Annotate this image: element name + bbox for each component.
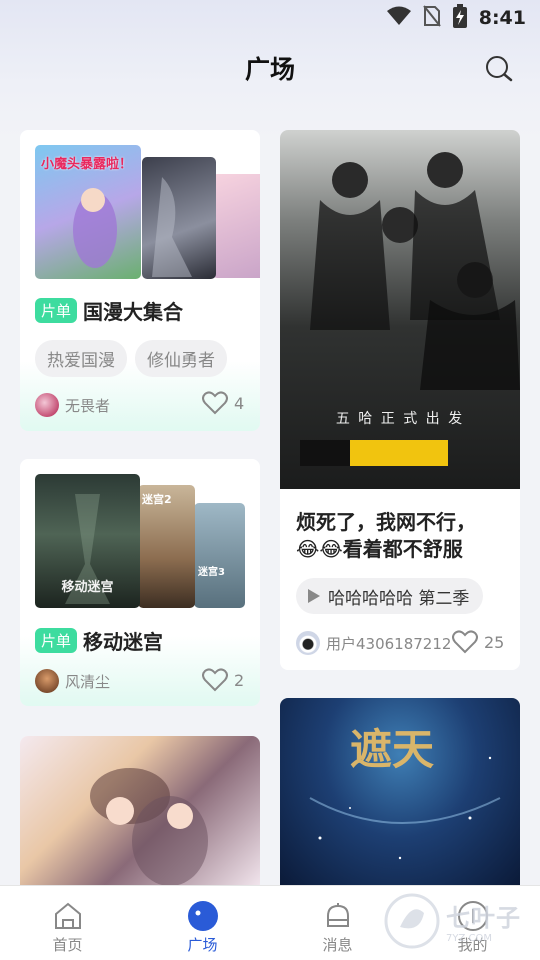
home-icon [55, 902, 81, 929]
bell-icon [327, 903, 349, 927]
battery-charging-icon [452, 4, 467, 32]
leaf-logo-icon [384, 893, 440, 949]
nav-label: 首页 [52, 936, 83, 954]
image-card[interactable] [20, 736, 260, 885]
heart-icon [202, 391, 228, 415]
app-header: 广场 [0, 44, 540, 92]
image-card[interactable]: 遮天 [280, 698, 520, 885]
author-row[interactable]: 无畏者 [35, 393, 110, 417]
anime-illustration [20, 736, 260, 885]
like-button[interactable]: 4 [202, 391, 244, 415]
watermark-text: 七叶子 [446, 904, 521, 932]
playlist-badge: 片单 [35, 628, 78, 653]
playlist-cover-back: 迷宫3 [194, 503, 245, 608]
author-name: 无畏者 [65, 396, 111, 415]
playlist-title-row: 片单 国漫大集合 [35, 296, 183, 325]
playlist-badge: 片单 [35, 298, 78, 323]
like-button[interactable]: 2 [202, 668, 244, 692]
playlist-cover-back [212, 174, 260, 278]
post-title-line: 😂😂看着都不舒服 [296, 537, 463, 561]
heart-icon [202, 668, 228, 692]
play-icon [308, 589, 320, 603]
playlist-card[interactable]: 小魔头暴露啦！ 片单 国漫大集合 热爱国漫 修仙勇者 无畏者 4 [20, 130, 260, 431]
watermark-sub: 7YZ.COM [446, 933, 492, 944]
post-title: 烦死了，我网不行， 😂😂看着都不舒服 [296, 509, 506, 563]
post-title-line: 烦死了，我网不行， [296, 510, 476, 534]
nav-label: 广场 [187, 936, 218, 954]
search-icon[interactable] [484, 54, 514, 84]
episode-title: 哈哈哈哈哈 第二季 [328, 588, 470, 609]
author-name: 用户4306187212 [326, 634, 452, 653]
nav-item-plaza[interactable]: 广场 [135, 886, 270, 960]
avatar [296, 631, 320, 655]
cover-caption: 移动迷宫 [61, 580, 114, 595]
cover-side-label: 迷宫3 [198, 567, 225, 578]
nav-item-home[interactable]: 首页 [0, 886, 135, 960]
wifi-icon [386, 6, 411, 30]
playlist-card[interactable]: 迷宫3 迷宫2 移动迷宫 片单 移动迷宫 风清尘 2 [20, 459, 260, 706]
site-watermark: 七叶子 7YZ.COM [384, 888, 530, 954]
heart-icon [452, 630, 478, 654]
avatar [35, 669, 59, 693]
poster-caption: 五 哈 正 式 出 发 [335, 411, 465, 427]
author-row[interactable]: 风清尘 [35, 669, 110, 693]
cover-side-label: 迷宫2 [142, 493, 172, 506]
variety-show-poster: 五 哈 正 式 出 发 [280, 130, 520, 489]
playlist-title-row: 片单 移动迷宫 [35, 626, 163, 655]
playlist-cover-middle [142, 157, 216, 279]
page-title: 广场 [244, 55, 295, 84]
post-card[interactable]: 五 哈 正 式 出 发 烦死了，我网不行， 😂😂看着都不舒服 哈哈哈哈哈 第二季… [280, 130, 520, 670]
episode-chip[interactable]: 哈哈哈哈哈 第二季 [296, 578, 484, 614]
avatar [35, 393, 59, 417]
playlist-title: 国漫大集合 [83, 300, 184, 324]
like-button[interactable]: 25 [452, 630, 504, 654]
author-name: 风清尘 [65, 672, 111, 691]
poster-caption: 遮天 [350, 725, 435, 774]
like-count: 25 [484, 632, 505, 652]
like-count: 2 [234, 670, 245, 690]
fantasy-poster: 遮天 [280, 698, 520, 885]
tag-chip[interactable]: 热爱国漫 [35, 340, 127, 377]
playlist-title: 移动迷宫 [83, 630, 164, 654]
playlist-cover-front: 移动迷宫 [35, 474, 140, 608]
status-time: 8:41 [478, 7, 526, 29]
tag-chip[interactable]: 修仙勇者 [135, 340, 227, 377]
status-bar: 8:41 [0, 0, 540, 36]
author-row[interactable]: 用户4306187212 [296, 631, 451, 655]
no-sim-icon [422, 5, 441, 31]
playlist-cover-front: 小魔头暴露啦！ [35, 145, 141, 279]
playlist-cover-middle: 迷宫2 [138, 485, 195, 608]
plaza-icon [188, 901, 218, 931]
like-count: 4 [234, 393, 245, 413]
